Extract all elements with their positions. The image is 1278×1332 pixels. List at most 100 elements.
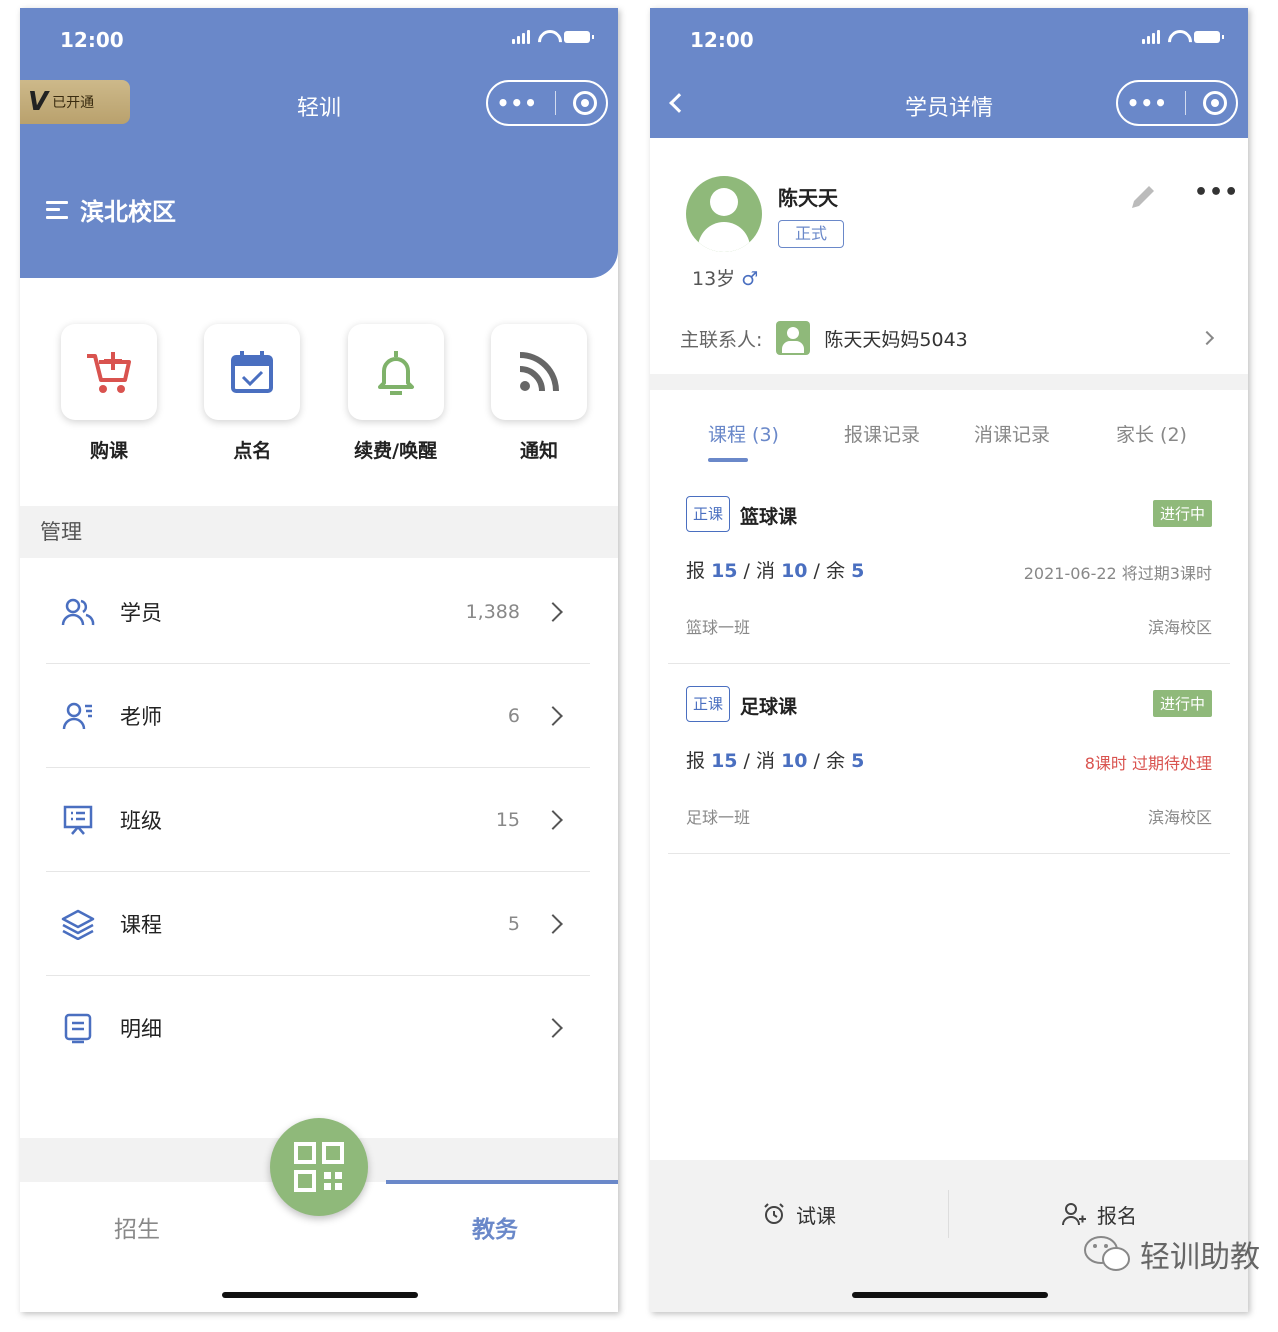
status-bar: 12:00 — [650, 8, 1248, 68]
more-dots-icon[interactable]: ••• — [497, 93, 538, 113]
teacher-icon — [62, 702, 92, 729]
course-stats: 报 15 / 消 10 / 余 5 — [686, 750, 865, 772]
more-options-icon[interactable]: ••• — [1194, 180, 1239, 205]
battery-icon — [1194, 31, 1224, 43]
status-time: 12:00 — [690, 28, 754, 52]
close-target-icon[interactable] — [573, 91, 598, 115]
cart-icon — [87, 352, 131, 393]
student-name: 陈天天 — [778, 186, 838, 210]
course-campus: 滨海校区 — [1147, 808, 1212, 827]
tab-parents[interactable]: 家长 (2) — [1116, 420, 1187, 447]
student-type-badge: 正式 — [778, 220, 844, 248]
course-name: 足球课 — [740, 696, 798, 718]
manage-item-count: 15 — [495, 808, 520, 831]
manage-item-students[interactable]: 学员 1,388 — [46, 560, 590, 664]
manage-section-title: 管理 — [20, 506, 618, 558]
tab-enroll-records[interactable]: 报课记录 — [844, 420, 920, 447]
close-target-icon[interactable] — [1203, 91, 1228, 115]
tab-consume-records[interactable]: 消课记录 — [974, 420, 1050, 447]
battery-icon — [564, 31, 594, 43]
manage-list: 学员 1,388 老师 6 班级 15 课程 5 明细 — [20, 560, 618, 1080]
status-bar: 12:00 — [20, 8, 618, 68]
calendar-check-icon — [231, 351, 274, 393]
manage-item-label: 明细 — [120, 1017, 162, 1041]
course-stats: 报 15 / 消 10 / 余 5 — [686, 560, 865, 582]
phone-screen-left: 12:00 V 已开通 轻训 ••• 滨北校区 购课 点名 续费/唤醒 通知 管… — [20, 8, 618, 1312]
course-tag: 正课 — [686, 686, 730, 722]
tab-active-indicator — [708, 458, 748, 462]
manage-item-label: 老师 — [120, 704, 162, 729]
menu-icon — [46, 200, 68, 219]
manage-item-count: 6 — [507, 704, 520, 727]
contact-name: 陈天天妈妈5043 — [824, 328, 968, 351]
qr-code-icon — [294, 1142, 344, 1192]
quick-action-label: 通知 — [519, 440, 558, 462]
course-expiry-info: 2021-06-22 将过期3课时 — [1023, 564, 1212, 583]
course-name: 篮球课 — [740, 506, 798, 528]
quick-action-rollcall[interactable]: 点名 — [187, 324, 317, 463]
campus-name: 滨北校区 — [80, 198, 176, 226]
chevron-right-icon — [543, 913, 563, 934]
document-icon — [64, 1013, 92, 1044]
users-icon — [61, 598, 95, 625]
chevron-right-icon — [543, 809, 563, 830]
quick-action-buy[interactable]: 购课 — [44, 324, 174, 463]
watermark-text: 轻训助教 — [1140, 1240, 1260, 1275]
alarm-clock-icon — [764, 1203, 784, 1224]
phone-screen-right: 12:00 学员详情 ••• 陈天天 正式 13岁 ♂ ••• 主联系人: 陈天… — [650, 8, 1248, 1312]
quick-action-notify[interactable]: 通知 — [474, 324, 604, 463]
wifi-icon — [538, 30, 556, 44]
quick-action-renew[interactable]: 续费/唤醒 — [331, 324, 461, 463]
presentation-icon — [63, 805, 93, 835]
course-list: 正课 篮球课 进行中 报 15 / 消 10 / 余 5 2021-06-22 … — [668, 474, 1230, 854]
signal-icon — [1142, 30, 1160, 44]
contact-label: 主联系人: — [680, 328, 763, 351]
layers-icon — [61, 909, 95, 940]
miniprogram-capsule[interactable]: ••• — [486, 80, 608, 126]
manage-item-count: 1,388 — [465, 600, 520, 623]
tab-academic[interactable]: 教务 — [472, 1210, 518, 1244]
chevron-right-icon — [543, 705, 563, 726]
status-time: 12:00 — [60, 28, 124, 52]
signal-icon — [512, 30, 530, 44]
home-indicator — [222, 1292, 418, 1298]
course-card[interactable]: 正课 足球课 进行中 报 15 / 消 10 / 余 5 8课时 过期待处理 足… — [668, 664, 1230, 854]
wechat-icon — [1084, 1236, 1130, 1271]
more-dots-icon[interactable]: ••• — [1127, 93, 1168, 113]
edit-pencil-icon[interactable] — [1128, 182, 1158, 212]
quick-action-label: 续费/唤醒 — [354, 440, 438, 462]
course-expiry-warning: 8课时 过期待处理 — [1084, 754, 1212, 773]
manage-item-courses[interactable]: 课程 5 — [46, 872, 590, 976]
miniprogram-capsule[interactable]: ••• — [1116, 80, 1238, 126]
course-class: 足球一班 — [686, 808, 751, 827]
manage-item-teachers[interactable]: 老师 6 — [46, 664, 590, 768]
add-user-icon — [1062, 1203, 1086, 1226]
student-profile: 陈天天 正式 13岁 ♂ ••• 主联系人: 陈天天妈妈5043 — [650, 138, 1248, 374]
manage-item-label: 班级 — [120, 808, 162, 833]
bell-icon — [377, 351, 414, 395]
avatar — [686, 176, 762, 252]
tab-active-indicator — [386, 1180, 618, 1184]
course-class: 篮球一班 — [686, 618, 751, 637]
watermark: 轻训助教 — [1082, 1232, 1260, 1276]
course-card[interactable]: 正课 篮球课 进行中 报 15 / 消 10 / 余 5 2021-06-22 … — [668, 474, 1230, 664]
manage-item-details[interactable]: 明细 — [46, 976, 590, 1080]
tab-recruit[interactable]: 招生 — [114, 1210, 160, 1244]
course-campus: 滨海校区 — [1147, 618, 1212, 637]
quick-actions: 购课 点名 续费/唤醒 通知 — [44, 324, 604, 463]
male-icon: ♂ — [741, 268, 759, 290]
qr-scan-button[interactable] — [270, 1118, 368, 1216]
quick-action-label: 购课 — [89, 440, 128, 462]
contact-avatar — [776, 321, 811, 355]
campus-switcher[interactable]: 滨北校区 — [46, 192, 176, 227]
primary-contact-row[interactable]: 主联系人: 陈天天妈妈5043 — [680, 318, 1220, 358]
trial-class-button[interactable]: 试课 — [650, 1186, 948, 1242]
chevron-right-icon — [543, 601, 563, 622]
student-age: 13岁 ♂ — [692, 268, 759, 290]
enroll-label: 报名 — [1097, 1203, 1137, 1228]
course-status-badge: 进行中 — [1152, 690, 1212, 717]
tab-courses[interactable]: 课程 (3) — [708, 420, 779, 447]
chevron-right-icon — [543, 1018, 563, 1038]
rss-icon — [519, 352, 559, 392]
manage-item-classes[interactable]: 班级 15 — [46, 768, 590, 872]
